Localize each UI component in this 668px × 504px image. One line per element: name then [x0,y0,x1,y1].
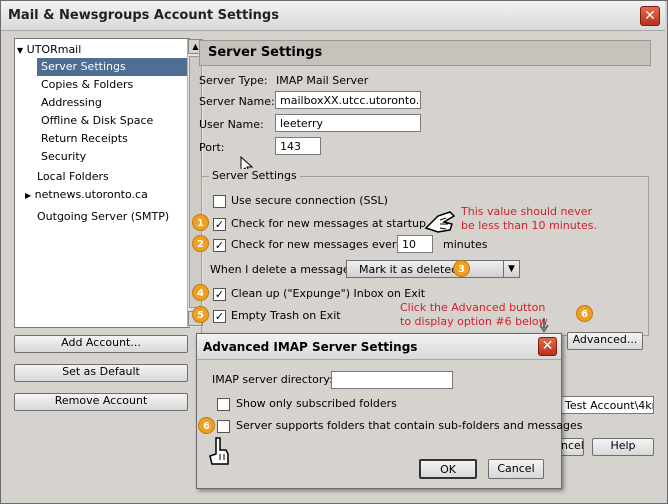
badge-6-top: 6 [576,305,593,322]
empty-trash-checkbox[interactable]: ✓ [213,310,226,323]
help-button[interactable]: Help [592,438,654,456]
check-every-checkbox[interactable]: ✓ [213,239,226,252]
tree-item-addressing[interactable]: Addressing [41,94,102,112]
badge-1: 1 [192,214,209,231]
add-account-button[interactable]: Add Account... [14,335,188,353]
imap-dir-input[interactable] [331,371,453,389]
badge-6-dialog: 6 [198,417,215,434]
badge-5: 5 [192,306,209,323]
note-interval-line2: be less than 10 minutes. [461,219,598,232]
note-advanced-line2: to display option #6 below [400,315,548,328]
dialog-title: Advanced IMAP Server Settings [203,340,418,354]
check-every-label: Check for new messages every [231,238,403,251]
delete-label: When I delete a message: [210,263,354,276]
user-name-input[interactable]: leeterry [275,114,421,132]
server-type-label: Server Type: [199,74,268,87]
note-advanced-line1: Click the Advanced button [400,301,546,314]
dialog-cancel-button[interactable]: Cancel [488,459,544,479]
imap-dir-label: IMAP server directory: [212,373,333,386]
user-name-label: User Name: [199,118,264,131]
subscribed-checkbox[interactable] [217,398,230,411]
server-settings-group-label: Server Settings [209,169,300,182]
delete-action-select[interactable]: Mark it as deleted ▼ [346,260,520,278]
badge-2: 2 [192,235,209,252]
delete-action-value: Mark it as deleted [359,263,459,276]
expand-right-icon[interactable]: ▶ [25,191,31,200]
server-name-label: Server Name: [199,95,275,108]
subscribed-label: Show only subscribed folders [236,397,397,410]
advanced-button[interactable]: Advanced... [567,332,643,350]
cleanup-label: Clean up ("Expunge") Inbox on Exit [231,287,426,300]
hand-pointer-icon [209,437,229,465]
account-name-input[interactable]: Test Account\4kmg [560,396,654,414]
port-input[interactable]: 143 [275,137,321,155]
subfolders-label: Server supports folders that contain sub… [236,419,583,432]
account-tree[interactable]: ▼ UTORmail Server Settings Copies & Fold… [14,38,203,328]
panel-title: Server Settings [199,40,651,66]
cleanup-checkbox[interactable]: ✓ [213,288,226,301]
down-arrow-icon [539,318,549,333]
window-title: Mail & Newsgroups Account Settings [8,8,279,23]
tree-item-local-folders[interactable]: Local Folders [37,168,109,186]
port-label: Port: [199,141,225,154]
empty-trash-label: Empty Trash on Exit [231,309,341,322]
close-icon[interactable]: ✕ [640,6,660,26]
tree-item-server-settings[interactable]: Server Settings [37,58,187,76]
dialog-close-icon[interactable]: ✕ [538,337,557,356]
server-type-value: IMAP Mail Server [276,74,369,87]
subfolders-checkbox[interactable] [217,420,230,433]
ssl-label: Use secure connection (SSL) [231,194,388,207]
note-interval-line1: This value should never [461,205,592,218]
ok-button[interactable]: OK [419,459,477,479]
check-startup-checkbox[interactable]: ✓ [213,218,226,231]
badge-4: 4 [192,284,209,301]
tree-item-netnews[interactable]: ▶ netnews.utoronto.ca [25,186,148,204]
tree-item-return-receipts[interactable]: Return Receipts [41,130,128,148]
tree-item-security[interactable]: Security [41,148,86,166]
pointing-hand-icon [424,211,456,233]
minutes-label: minutes [443,238,488,251]
remove-account-button[interactable]: Remove Account [14,393,188,411]
server-name-input[interactable]: mailboxXX.utcc.utoronto.ca [275,91,421,109]
check-startup-label: Check for new messages at startup [231,217,426,230]
badge-3: 3 [453,260,470,277]
tree-item-copies-folders[interactable]: Copies & Folders [41,76,133,94]
dropdown-arrow-icon[interactable]: ▼ [503,261,519,277]
tree-item-outgoing-server[interactable]: Outgoing Server (SMTP) [37,208,169,226]
ssl-checkbox[interactable] [213,195,226,208]
tree-item-offline-disk[interactable]: Offline & Disk Space [41,112,153,130]
tree-item-utormail[interactable]: ▼ UTORmail [17,41,185,59]
set-default-button[interactable]: Set as Default [14,364,188,382]
expand-down-icon[interactable]: ▼ [17,46,23,55]
check-every-input[interactable]: 10 [397,235,433,253]
